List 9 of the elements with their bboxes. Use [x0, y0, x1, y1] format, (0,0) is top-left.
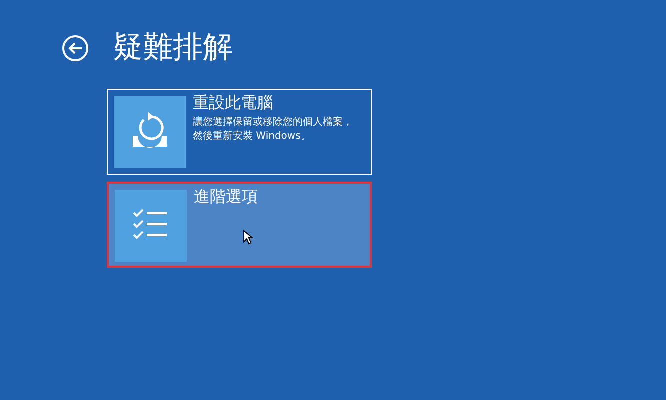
option-title: 進階選項 — [194, 187, 258, 207]
option-tile[interactable]: 進階選項 — [107, 182, 372, 268]
back-icon[interactable] — [62, 34, 89, 62]
option-description: 然後重新安裝 Windows。 — [193, 130, 312, 144]
cursor-icon — [243, 230, 253, 245]
page-title: 疑難排解 — [113, 30, 233, 66]
option-description: 讓您選擇保留或移除您的個人檔案， — [193, 116, 353, 130]
option-tile[interactable]: 重設此電腦 讓您選擇保留或移除您的個人檔案， 然後重新安裝 Windows。 — [107, 89, 372, 175]
option-title: 重設此電腦 — [193, 93, 274, 113]
